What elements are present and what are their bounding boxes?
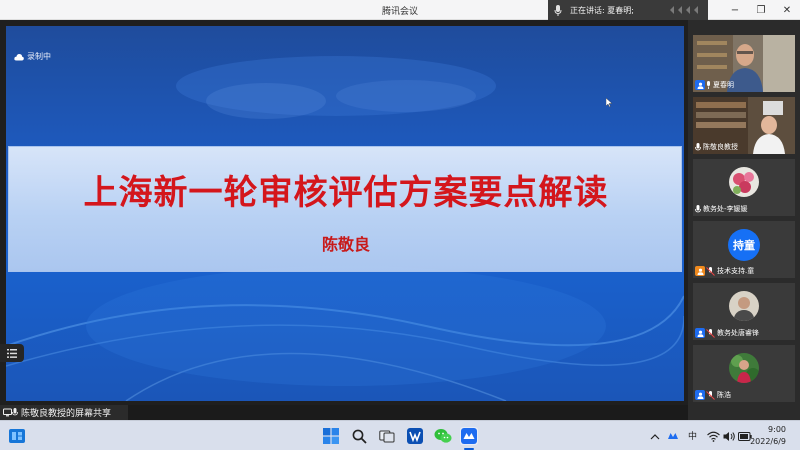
participant-name: 夏春明 (713, 81, 734, 89)
tray-overflow-button[interactable] (646, 427, 664, 445)
participant-name: 教务处唐睿锋 (717, 329, 759, 337)
wifi-icon (706, 431, 720, 442)
presentation-slide: 录制中 上海新一轮审核评估方案要点解读 陈敬良 (6, 26, 684, 401)
task-view-button[interactable] (378, 427, 396, 445)
screen-share-area: 录制中 上海新一轮审核评估方案要点解读 陈敬良 (0, 20, 688, 405)
speaker-icon (723, 431, 735, 441)
participant-tile[interactable]: 陈敬良教授 (693, 97, 795, 154)
tray-app-button[interactable] (664, 427, 682, 445)
clock-time: 9:00 (768, 425, 786, 434)
participant-name: 陈敬良教授 (703, 143, 738, 151)
close-button[interactable]: ✕ (774, 0, 800, 20)
mic-muted-icon (706, 328, 715, 338)
host-badge-icon (695, 328, 705, 338)
speaking-indicator: 正在讲话: 夏春明; (548, 0, 708, 20)
photo-avatar-icon (729, 291, 759, 321)
participant-name: 技术支持.童 (717, 267, 755, 275)
widgets-button[interactable] (8, 427, 26, 445)
list-icon (7, 348, 17, 358)
participant-tile[interactable]: 夏春明 (693, 35, 795, 92)
app-icon (407, 428, 423, 444)
participant-tile[interactable]: 持童 技术支持.童 (693, 221, 795, 278)
widgets-icon (9, 429, 25, 443)
minimize-button[interactable]: − (722, 0, 748, 20)
recording-label: 录制中 (27, 52, 51, 61)
slide-title-band: 上海新一轮审核评估方案要点解读 陈敬良 (8, 146, 682, 272)
host-badge-icon (695, 80, 705, 90)
screen-share-icon (3, 408, 12, 417)
wechat-button[interactable] (434, 427, 452, 445)
slide-title: 上海新一轮审核评估方案要点解读 (83, 173, 609, 213)
chevron-up-icon (650, 433, 660, 439)
share-owner-text: 陈敬良教授的屏幕共享 (21, 409, 112, 419)
tencent-meeting-icon (461, 428, 477, 444)
participant-list: 夏春明 陈敬良教授 教务处-李媛媛 持童 技术支持.童 教务处唐睿锋 陈浩 (688, 20, 800, 420)
app-button-blue[interactable] (406, 427, 424, 445)
recording-indicator: 录制中 (14, 51, 51, 62)
mic-muted-icon (706, 390, 715, 400)
speaking-text: 正在讲话: 夏春明; (570, 5, 634, 15)
participant-name-row: 教务处-李媛媛 (695, 204, 748, 214)
mic-icon (12, 408, 18, 416)
title-bar: 腾讯会议 正在讲话: 夏春明; − ❐ ✕ (0, 0, 800, 20)
window-controls: − ❐ ✕ (722, 0, 800, 20)
participant-tile[interactable]: 教务处-李媛媛 (693, 159, 795, 216)
mic-muted-icon (706, 266, 715, 276)
host-badge-icon (695, 390, 705, 400)
text-avatar: 持童 (728, 229, 760, 261)
mic-icon (695, 204, 701, 212)
participant-tile[interactable]: 陈浩 (693, 345, 795, 402)
participant-name-row: 技术支持.童 (695, 266, 754, 276)
participant-name-row: 陈敬良教授 (695, 142, 738, 152)
meeting-window: 腾讯会议 正在讲话: 夏春明; − ❐ ✕ 录制中 上海新一轮审核评估方案要点解… (0, 0, 800, 450)
tencent-meeting-button[interactable] (460, 427, 478, 445)
wechat-icon (434, 429, 452, 443)
audio-level-icon (670, 6, 698, 14)
taskbar: 中 9:00 2022/6/9 (0, 420, 800, 450)
slide-author: 陈敬良 (321, 235, 370, 254)
toolbar-toggle-button[interactable] (0, 344, 24, 362)
participant-tile[interactable]: 教务处唐睿锋 (693, 283, 795, 340)
mic-icon (707, 81, 710, 89)
clock-date: 2022/6/9 (750, 437, 786, 446)
cloud-icon (14, 53, 24, 60)
screen-share-owner-label: 陈敬良教授的屏幕共享 (0, 405, 128, 420)
task-view-icon (379, 430, 395, 443)
mic-icon (554, 4, 562, 16)
mic-icon (695, 142, 701, 150)
cohost-badge-icon (695, 266, 705, 276)
photo-avatar-icon (729, 353, 759, 383)
participant-name-row: 教务处唐睿锋 (695, 328, 759, 338)
tencent-meeting-tray-icon (668, 433, 678, 439)
participant-name-row: 夏春明 (695, 80, 734, 90)
search-icon (352, 429, 367, 444)
taskbar-clock[interactable]: 9:00 2022/6/9 (750, 424, 786, 448)
start-button[interactable] (322, 427, 340, 445)
restore-button[interactable]: ❐ (748, 0, 774, 20)
ime-indicator[interactable]: 中 (688, 429, 697, 442)
participant-name-row: 陈浩 (695, 390, 731, 400)
flower-avatar-icon (729, 167, 759, 197)
participant-name: 教务处-李媛媛 (703, 205, 748, 213)
mouse-cursor-icon (606, 98, 612, 107)
windows-start-icon (323, 428, 339, 444)
search-button[interactable] (350, 427, 368, 445)
participant-name: 陈浩 (717, 391, 731, 399)
